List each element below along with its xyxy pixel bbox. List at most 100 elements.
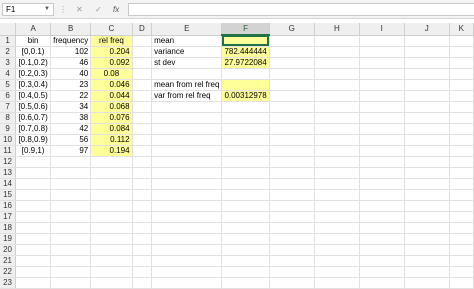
column-header-a[interactable]: A [15,23,52,36]
cell[interactable] [359,145,405,157]
cell[interactable] [50,222,92,234]
row-header[interactable]: 2 [0,46,17,58]
cell[interactable] [90,167,133,179]
cell[interactable] [50,211,92,223]
cell[interactable] [359,222,405,234]
cell[interactable] [132,233,153,245]
row-header[interactable]: 21 [0,255,17,267]
bin-cell[interactable]: [0,0.1) [15,46,52,58]
cell[interactable] [50,178,92,190]
cell[interactable] [359,167,405,179]
cell[interactable] [404,46,450,58]
cell[interactable] [132,112,153,124]
cell[interactable] [221,277,270,289]
cell[interactable] [132,123,153,135]
header-bin[interactable]: bin [15,35,52,47]
cell[interactable] [404,178,450,190]
cell[interactable] [359,156,405,168]
cell[interactable] [151,189,223,201]
cancel-icon[interactable]: ✕ [76,3,83,16]
cell[interactable] [404,68,450,80]
cell[interactable] [269,156,315,168]
cell[interactable] [449,68,474,80]
row-header[interactable]: 4 [0,68,17,80]
column-header-g[interactable]: G [269,23,315,36]
cell[interactable] [359,211,405,223]
cell[interactable] [449,222,474,234]
cell[interactable] [404,79,450,91]
row-header[interactable]: 7 [0,101,17,113]
bin-cell[interactable]: [0.1,0.2) [15,57,52,69]
cell[interactable] [151,178,223,190]
cell[interactable] [314,211,360,223]
row-header[interactable]: 15 [0,189,17,201]
cell[interactable] [221,266,270,278]
cell[interactable] [269,123,315,135]
rel-freq-cell[interactable]: 0.076 [90,112,133,124]
cell[interactable] [221,178,270,190]
cell[interactable] [269,178,315,190]
cell[interactable] [314,189,360,201]
cell[interactable] [449,123,474,135]
cell[interactable] [269,244,315,256]
cell[interactable] [314,35,360,47]
cell[interactable] [221,233,270,245]
cell[interactable] [50,189,92,201]
cell[interactable] [90,200,133,212]
cell[interactable] [404,189,450,201]
row-header[interactable]: 16 [0,200,17,212]
row-header[interactable]: 3 [0,57,17,69]
cell[interactable] [449,101,474,113]
cell[interactable] [90,211,133,223]
cell[interactable] [314,112,360,124]
cell[interactable] [404,90,450,102]
frequency-cell[interactable]: 56 [50,134,92,146]
cell[interactable] [132,277,153,289]
var-rel-label[interactable]: var from rel freq [151,90,223,102]
bin-cell[interactable]: [0.3,0.4) [15,79,52,91]
cell[interactable] [404,222,450,234]
cell[interactable] [359,189,405,201]
cell[interactable] [221,222,270,234]
cell[interactable] [90,178,133,190]
cell[interactable] [359,101,405,113]
cell[interactable] [359,134,405,146]
cell[interactable] [314,46,360,58]
cell[interactable] [151,145,223,157]
frequency-cell[interactable]: 23 [50,79,92,91]
cell[interactable] [449,156,474,168]
cell[interactable] [404,134,450,146]
cell[interactable] [50,277,92,289]
cell[interactable] [151,277,223,289]
rel-freq-cell[interactable]: 0.112 [90,134,133,146]
row-header[interactable]: 6 [0,90,17,102]
mean-rel-label[interactable]: mean from rel freq [151,79,223,91]
cell[interactable] [314,277,360,289]
variance-value-cell[interactable]: 782.444444 [221,46,270,58]
cell[interactable] [449,189,474,201]
cell[interactable] [269,167,315,179]
bin-cell[interactable]: [0.5,0.6) [15,101,52,113]
cell[interactable] [314,244,360,256]
cell[interactable] [359,35,405,47]
cell[interactable] [269,266,315,278]
cell[interactable] [132,79,153,91]
cell[interactable] [132,200,153,212]
cell[interactable] [404,123,450,135]
cell[interactable] [314,178,360,190]
rel-freq-cell[interactable]: 0.084 [90,123,133,135]
cell[interactable] [221,189,270,201]
cell[interactable] [449,46,474,58]
cell[interactable] [269,233,315,245]
cell[interactable] [132,189,153,201]
cell[interactable] [132,90,153,102]
cell[interactable] [221,68,270,80]
cell[interactable] [359,112,405,124]
cell[interactable] [269,145,315,157]
rel-freq-cell[interactable]: 0.194 [90,145,133,157]
cell[interactable] [151,233,223,245]
row-header[interactable]: 17 [0,211,17,223]
row-header[interactable]: 10 [0,134,17,146]
cell[interactable] [15,167,52,179]
cell[interactable] [404,277,450,289]
